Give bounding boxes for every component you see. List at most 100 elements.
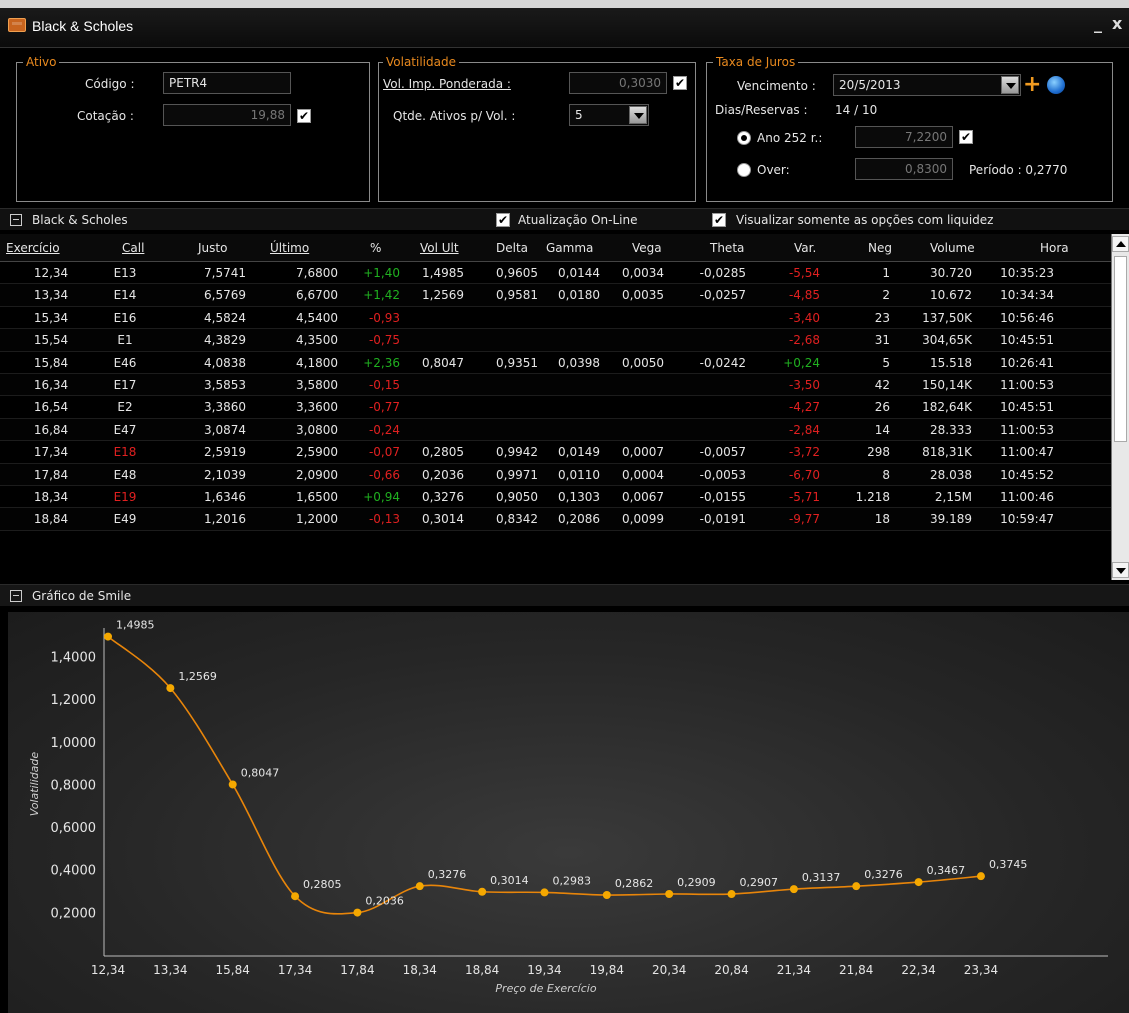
x-tick-label: 22,34 <box>901 963 935 977</box>
col-hora[interactable]: Hora <box>1040 241 1069 255</box>
bs-section-bar: Black & Scholes ✔ Atualização On-Line ✔ … <box>0 208 1129 230</box>
cell-vega: 0,0035 <box>622 288 664 303</box>
cell-exercicio: 15,34 <box>33 310 69 325</box>
table-scrollbar[interactable] <box>1111 234 1129 580</box>
qtde-dropdown-icon[interactable] <box>629 106 647 124</box>
table-row[interactable]: 15,54 E1 4,3829 4,3500 -0,75 -2,68 31 304,65K 10… <box>0 329 1111 352</box>
cell-vol-ult: 0,2805 <box>422 445 464 460</box>
liquidez-checkbox[interactable]: ✔ <box>712 213 726 227</box>
scroll-thumb[interactable] <box>1114 256 1127 442</box>
x-tick-label: 15,84 <box>216 963 250 977</box>
cell-hora: 11:00:46 <box>1000 489 1054 504</box>
table-row[interactable]: 13,34 E14 6,5769 6,6700 +1,42 1,2569 0,9581 0,0… <box>0 284 1111 307</box>
table-row[interactable]: 17,84 E48 2,1039 2,0900 -0,66 0,2036 0,9971 0,0… <box>0 463 1111 486</box>
volatilidade-group: Volatilidade Vol. Imp. Ponderada : 0,303… <box>378 55 696 202</box>
vencimento-select[interactable]: 20/5/2013 <box>833 74 1021 96</box>
data-point <box>478 887 487 896</box>
data-point <box>727 890 736 899</box>
table-row[interactable]: 16,34 E17 3,5853 3,5800 -0,15 -3,50 42 150,14K 1… <box>0 373 1111 397</box>
y-tick-label: 0,2000 <box>51 906 97 921</box>
cell-call: E46 <box>113 355 137 370</box>
close-button[interactable]: x <box>1112 14 1122 33</box>
cell-volume: 182,64K <box>922 400 972 415</box>
table-row[interactable]: 18,84 E49 1,2016 1,2000 -0,13 0,3014 0,8342 0,2… <box>0 508 1111 531</box>
cell-neg: 2 <box>882 288 890 303</box>
ano-checkbox[interactable]: ✔ <box>959 130 973 144</box>
cell-ultimo: 2,0900 <box>296 467 338 482</box>
cell-var: -6,70 <box>788 467 820 482</box>
cell-justo: 4,5824 <box>204 310 246 325</box>
col-delta[interactable]: Delta <box>496 241 528 255</box>
col-pct[interactable]: % <box>370 241 381 255</box>
cell-theta: -0,0257 <box>699 288 746 303</box>
table-row[interactable]: 12,34 E13 7,5741 7,6800 +1,40 1,4985 0,9605 0,0… <box>0 262 1111 285</box>
table-row[interactable]: 18,34 E19 1,6346 1,6500 +0,94 0,3276 0,9050 0,1… <box>0 485 1111 509</box>
col-exercicio[interactable]: Exercício <box>6 241 60 255</box>
cell-hora: 10:56:46 <box>1000 310 1054 325</box>
cell-ultimo: 4,1800 <box>296 355 338 370</box>
col-gamma[interactable]: Gamma <box>546 241 593 255</box>
smile-collapse-icon[interactable] <box>10 590 22 602</box>
add-plus-icon[interactable]: + <box>1023 74 1041 96</box>
cell-vega: 0,0034 <box>622 266 664 280</box>
ano-radio[interactable] <box>737 131 751 145</box>
over-radio[interactable] <box>737 163 751 177</box>
cell-exercicio: 15,54 <box>33 333 69 348</box>
minimize-button[interactable]: _ <box>1094 14 1102 33</box>
table-row[interactable]: 15,84 E46 4,0838 4,1800 +2,36 0,8047 0,9351 0,0… <box>0 351 1111 374</box>
ano-input[interactable]: 7,2200 <box>855 126 953 148</box>
col-vol-ult[interactable]: Vol Ult <box>420 241 459 255</box>
cotacao-input[interactable]: 19,88 <box>163 104 291 126</box>
data-label: 0,2909 <box>677 876 716 889</box>
scroll-up-icon[interactable] <box>1112 236 1129 252</box>
cell-neg: 5 <box>882 355 890 370</box>
table-row[interactable]: 17,34 E18 2,5919 2,5900 -0,07 0,2805 0,9942 0,0… <box>0 441 1111 464</box>
smile-section-title: Gráfico de Smile <box>32 589 132 603</box>
data-label: 1,4985 <box>116 619 155 632</box>
globe-icon[interactable] <box>1047 76 1065 94</box>
scroll-down-icon[interactable] <box>1112 562 1129 578</box>
cell-gamma: 0,2086 <box>558 512 600 527</box>
x-tick-label: 17,84 <box>340 963 374 977</box>
cell-delta: 0,9351 <box>496 355 538 370</box>
cell-var: -3,50 <box>788 377 820 392</box>
title-bar[interactable]: Black & Scholes _ x <box>0 8 1129 48</box>
over-input[interactable]: 0,8300 <box>855 158 953 180</box>
periodo-label: Período : 0,2770 <box>969 163 1068 177</box>
table-row[interactable]: 15,34 E16 4,5824 4,5400 -0,93 -3,40 23 137,50K 1… <box>0 306 1111 330</box>
col-justo[interactable]: Justo <box>198 241 227 255</box>
cell-neg: 298 <box>867 445 890 460</box>
col-volume[interactable]: Volume <box>930 241 975 255</box>
cell-exercicio: 17,34 <box>33 445 69 460</box>
cell-neg: 42 <box>874 377 890 392</box>
col-theta[interactable]: Theta <box>710 241 744 255</box>
vol-imp-label[interactable]: Vol. Imp. Ponderada : <box>383 77 511 91</box>
online-checkbox[interactable]: ✔ <box>496 213 510 227</box>
cell-theta: -0,0155 <box>699 489 746 504</box>
x-tick-label: 21,84 <box>839 963 873 977</box>
cell-exercicio: 17,84 <box>33 467 69 482</box>
codigo-input[interactable]: PETR4 <box>163 72 291 94</box>
y-tick-label: 0,8000 <box>51 778 97 793</box>
cell-theta: -0,0285 <box>699 266 746 280</box>
table-row[interactable]: 16,54 E2 3,3860 3,3600 -0,77 -4,27 26 182,64K 10… <box>0 396 1111 419</box>
vol-imp-input[interactable]: 0,3030 <box>569 72 667 94</box>
bs-collapse-icon[interactable] <box>10 214 22 226</box>
cell-theta: -0,0053 <box>699 467 746 482</box>
cell-justo: 4,3829 <box>204 333 246 348</box>
cotacao-checkbox[interactable]: ✔ <box>297 109 311 123</box>
col-call[interactable]: Call <box>122 241 144 255</box>
vol-imp-checkbox[interactable]: ✔ <box>673 76 687 90</box>
table-row[interactable]: 16,84 E47 3,0874 3,0800 -0,24 -2,84 14 28.333 11… <box>0 418 1111 442</box>
col-var[interactable]: Var. <box>794 241 816 255</box>
col-neg[interactable]: Neg <box>868 241 892 255</box>
cell-volume: 28.333 <box>930 422 972 437</box>
data-label: 0,2907 <box>740 876 779 889</box>
cell-call: E13 <box>113 266 137 280</box>
cell-ultimo: 2,5900 <box>296 445 338 460</box>
col-vega[interactable]: Vega <box>632 241 662 255</box>
cell-var: -4,85 <box>788 288 820 303</box>
data-point <box>602 890 611 899</box>
vencimento-dropdown-icon[interactable] <box>1001 76 1019 94</box>
col-ultimo[interactable]: Último <box>270 241 309 255</box>
